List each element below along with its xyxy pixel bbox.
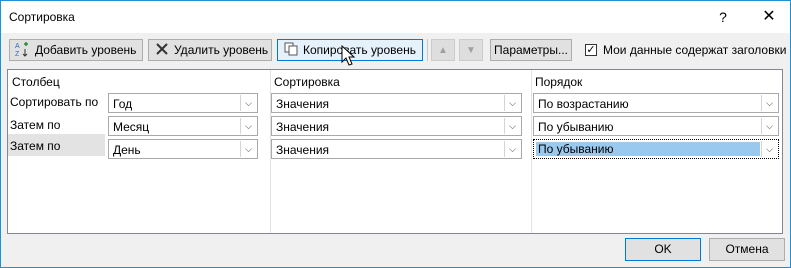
delete-level-button[interactable]: Удалить уровень	[148, 39, 272, 61]
options-button[interactable]: Параметры...	[490, 39, 572, 61]
order-header: Порядок	[535, 75, 583, 89]
has-headers-checkbox[interactable]: ✓	[585, 44, 597, 56]
column-select[interactable]: Месяц ⌵	[108, 116, 258, 136]
sort-on-select-value: Значения	[276, 143, 330, 157]
cancel-button[interactable]: Отмена	[709, 238, 785, 261]
toolbar: AZ Добавить уровень Удалить уровень Копи…	[1, 35, 790, 67]
sort-on-select[interactable]: Значения ⌵	[271, 93, 522, 113]
chevron-down-icon: ⌵	[761, 118, 777, 134]
chevron-down-icon: ⌵	[240, 141, 256, 157]
sort-on-select[interactable]: Значения ⌵	[271, 139, 522, 159]
row-label: Затем по	[10, 139, 61, 153]
order-select-value: По убыванию	[536, 142, 760, 156]
order-select-value: По убыванию	[538, 120, 614, 134]
sort-dialog: Сортировка ? ✕ AZ Добавить уровень Удали…	[0, 0, 791, 268]
add-level-button[interactable]: AZ Добавить уровень	[9, 39, 143, 61]
has-headers-label: Мои данные содержат заголовки	[603, 43, 787, 57]
mouse-cursor-icon	[341, 45, 356, 66]
order-select[interactable]: По убыванию ⌵	[533, 139, 779, 159]
copy-level-label: Копировать уровень	[303, 43, 416, 57]
column-select[interactable]: День ⌵	[108, 139, 258, 159]
chevron-down-icon: ⌵	[504, 118, 520, 134]
row-label: Затем по	[10, 118, 61, 132]
column-select-value: Месяц	[113, 120, 150, 134]
title-bar: Сортировка ? ✕	[1, 1, 790, 33]
add-level-label: Добавить уровень	[35, 43, 137, 57]
help-button[interactable]: ?	[705, 5, 741, 29]
add-level-icon: AZ	[14, 41, 32, 60]
move-up-button[interactable]: ▲	[431, 39, 455, 61]
chevron-down-icon: ⌵	[761, 95, 777, 111]
close-button[interactable]: ✕	[751, 5, 787, 29]
chevron-down-icon: ⌵	[240, 118, 256, 134]
row-label: Сортировать по	[10, 95, 99, 109]
chevron-down-icon: ⌵	[504, 141, 520, 157]
options-label: Параметры...	[494, 43, 568, 57]
copy-icon	[282, 42, 300, 59]
order-select-value: По возрастанию	[538, 97, 629, 111]
column-header: Столбец	[12, 75, 60, 89]
chevron-down-icon: ⌵	[504, 95, 520, 111]
delete-level-label: Удалить уровень	[174, 43, 269, 57]
sort-levels-grid: Столбец Сортировка Порядок Сортировать п…	[7, 69, 783, 234]
chevron-down-icon: ⌵	[240, 95, 256, 111]
sort-on-select-value: Значения	[276, 120, 330, 134]
column-select-value: Год	[113, 97, 133, 111]
svg-text:A: A	[15, 43, 20, 50]
order-select[interactable]: По убыванию ⌵	[533, 116, 779, 136]
delete-icon	[153, 42, 171, 59]
ok-button[interactable]: OK	[625, 238, 701, 261]
column-select[interactable]: Год ⌵	[108, 93, 258, 113]
sort-on-select-value: Значения	[276, 97, 330, 111]
column-select-value: День	[113, 143, 141, 157]
order-select[interactable]: По возрастанию ⌵	[533, 93, 779, 113]
chevron-down-icon: ⌵	[761, 141, 777, 157]
grid-divider	[531, 70, 532, 233]
sort-on-select[interactable]: Значения ⌵	[271, 116, 522, 136]
sort-on-header: Сортировка	[274, 75, 340, 89]
move-down-button[interactable]: ▼	[459, 39, 483, 61]
svg-text:Z: Z	[15, 51, 20, 57]
dialog-title: Сортировка	[9, 10, 75, 24]
toolbar-separator	[427, 39, 428, 61]
